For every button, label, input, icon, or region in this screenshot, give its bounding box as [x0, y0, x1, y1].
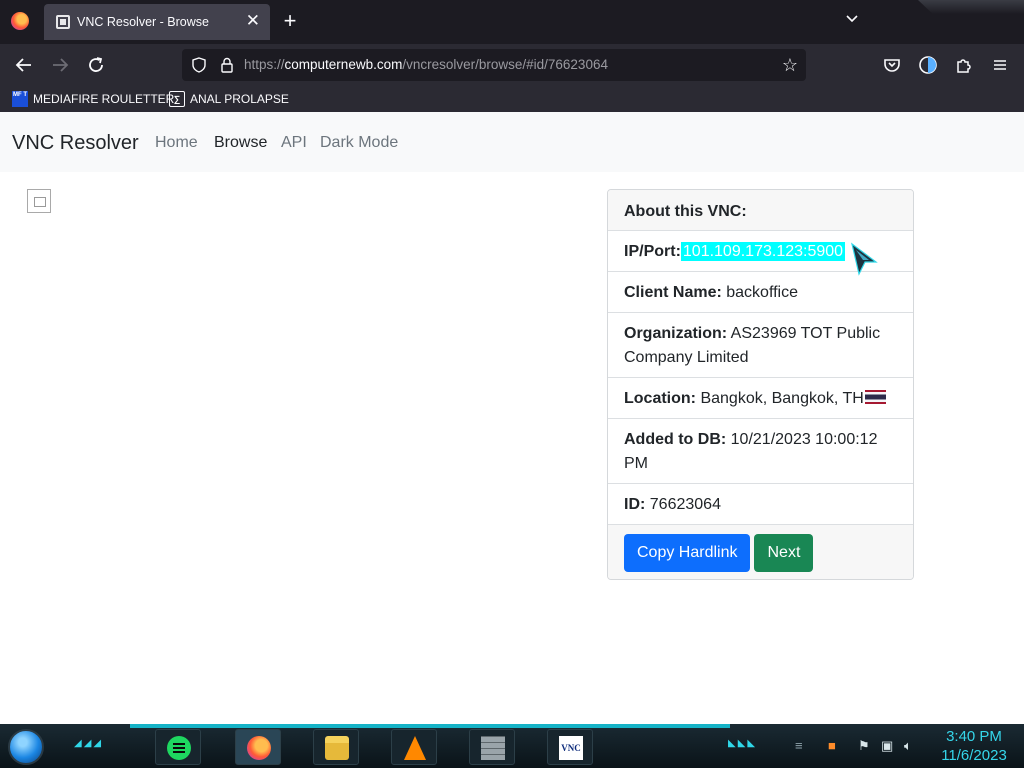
network-icon[interactable]: ▣	[881, 738, 893, 754]
clock-time: 3:40 PM	[946, 728, 1002, 745]
ip-port-label: IP/Port:	[624, 243, 681, 260]
lock-icon[interactable]	[220, 57, 234, 73]
client-name-label: Client Name:	[624, 284, 722, 301]
bookmark-mediafire-rouletter[interactable]: MF T MEDIAFIRE ROULETTER	[12, 90, 174, 108]
reload-icon[interactable]	[85, 54, 107, 76]
vnc-favicon-icon	[56, 15, 70, 29]
window-decoration	[918, 0, 1024, 14]
bookmark-label: MEDIAFIRE ROULETTER	[33, 92, 175, 106]
client-name-value: backoffice	[726, 284, 798, 301]
taskbar-decoration: ◣◣◣	[728, 738, 758, 749]
taskbar-vlc[interactable]	[391, 729, 437, 765]
extensions-puzzle-icon[interactable]	[953, 54, 975, 76]
taskbar-decoration: ◢◢◢	[74, 738, 104, 749]
extension-status-icon[interactable]	[917, 54, 939, 76]
browser-tab-bar: VNC Resolver - Browse ✕ +	[0, 0, 1024, 44]
url-scheme: https://	[244, 57, 285, 72]
thailand-flag-icon	[864, 390, 886, 404]
start-button-icon[interactable]	[8, 729, 44, 765]
tray-overflow-icon[interactable]: ≡	[795, 738, 803, 753]
clock-date: 11/6/2023	[941, 747, 1007, 764]
next-button[interactable]: Next	[754, 534, 814, 572]
mouse-cursor-icon	[851, 242, 878, 276]
nav-home[interactable]: Home	[155, 134, 198, 152]
chevron-down-icon[interactable]	[845, 12, 859, 26]
id-label: ID:	[624, 496, 646, 513]
taskbar-spotify[interactable]	[155, 729, 201, 765]
nav-dark-mode[interactable]: Dark Mode	[320, 134, 398, 152]
card-header: About this VNC:	[608, 190, 913, 231]
site-brand[interactable]: VNC Resolver	[12, 132, 139, 155]
organization-row: Organization: AS23969 TOT Public Company…	[608, 313, 913, 378]
taskbar: ◢◢◢ VNC ◣◣◣ ≡ ■ ⚑ ▣ 🔈︎	[0, 724, 1024, 768]
site-navbar: VNC Resolver Home Browse API Dark Mode	[0, 112, 1024, 172]
added-to-db-label: Added to DB:	[624, 431, 727, 448]
tab-title: VNC Resolver - Browse	[77, 15, 209, 29]
organization-label: Organization:	[624, 325, 728, 342]
firefox-icon	[247, 736, 271, 760]
vnc-viewer-icon: VNC	[559, 736, 583, 760]
location-label: Location:	[624, 390, 696, 407]
vlc-icon	[404, 736, 426, 760]
tray-app-icon[interactable]: ■	[828, 738, 836, 753]
back-icon[interactable]	[13, 54, 35, 76]
spotify-icon	[167, 736, 191, 760]
location-value: Bangkok, Bangkok, TH	[700, 390, 864, 407]
action-center-icon[interactable]: ⚑	[858, 738, 870, 754]
taskbar-file-explorer[interactable]	[313, 729, 359, 765]
terminal-icon: ∑	[169, 91, 185, 107]
bookmark-anal-prolapse[interactable]: ∑ ANAL PROLAPSE	[169, 90, 289, 108]
tracking-shield-icon[interactable]	[192, 57, 206, 73]
added-to-db-row: Added to DB: 10/21/2023 10:00:12 PM	[608, 419, 913, 484]
ip-port-value[interactable]: 101.109.173.123:5900	[680, 242, 846, 261]
url-text[interactable]: https://computernewb.com/vncresolver/bro…	[244, 57, 608, 72]
client-name-row: Client Name: backoffice	[608, 272, 913, 313]
nav-browse[interactable]: Browse	[214, 134, 267, 152]
pocket-icon[interactable]	[881, 54, 903, 76]
copy-hardlink-button[interactable]: Copy Hardlink	[624, 534, 751, 572]
close-tab-icon[interactable]: ✕	[246, 12, 260, 30]
id-row: ID: 76623064	[608, 484, 913, 525]
hamburger-menu-icon[interactable]	[989, 54, 1011, 76]
firefox-menu-icon[interactable]	[11, 12, 29, 30]
id-value: 76623064	[649, 496, 721, 513]
card-footer: Copy Hardlink Next	[608, 525, 913, 579]
bookmark-label: ANAL PROLAPSE	[190, 92, 289, 106]
volume-icon[interactable]: 🔈︎	[904, 738, 912, 754]
broken-image-icon	[27, 189, 51, 213]
bookmark-star-icon[interactable]: ☆	[782, 55, 798, 75]
url-host: computernewb.com	[284, 57, 403, 72]
taskbar-firewall[interactable]	[469, 729, 515, 765]
location-row: Location: Bangkok, Bangkok, TH	[608, 378, 913, 419]
bookmarks-bar: MF T MEDIAFIRE ROULETTER ∑ ANAL PROLAPSE	[0, 86, 1024, 112]
browser-toolbar: https://computernewb.com/vncresolver/bro…	[0, 44, 1024, 86]
mediafire-icon: MF T	[12, 91, 28, 107]
forward-icon[interactable]	[49, 54, 71, 76]
taskbar-firefox[interactable]	[235, 729, 281, 765]
taskbar-clock[interactable]: 3:40 PM 11/6/2023	[930, 727, 1018, 765]
file-explorer-icon	[325, 736, 349, 760]
address-bar[interactable]: https://computernewb.com/vncresolver/bro…	[182, 49, 806, 81]
browser-tab[interactable]: VNC Resolver - Browse ✕	[44, 4, 270, 40]
nav-api[interactable]: API	[281, 134, 307, 152]
taskbar-vnc-viewer[interactable]: VNC	[547, 729, 593, 765]
url-path: /vncresolver/browse/#id/76623064	[402, 57, 608, 72]
taskbar-glow	[130, 724, 730, 728]
firewall-icon	[481, 736, 505, 760]
new-tab-icon[interactable]: +	[280, 9, 300, 33]
